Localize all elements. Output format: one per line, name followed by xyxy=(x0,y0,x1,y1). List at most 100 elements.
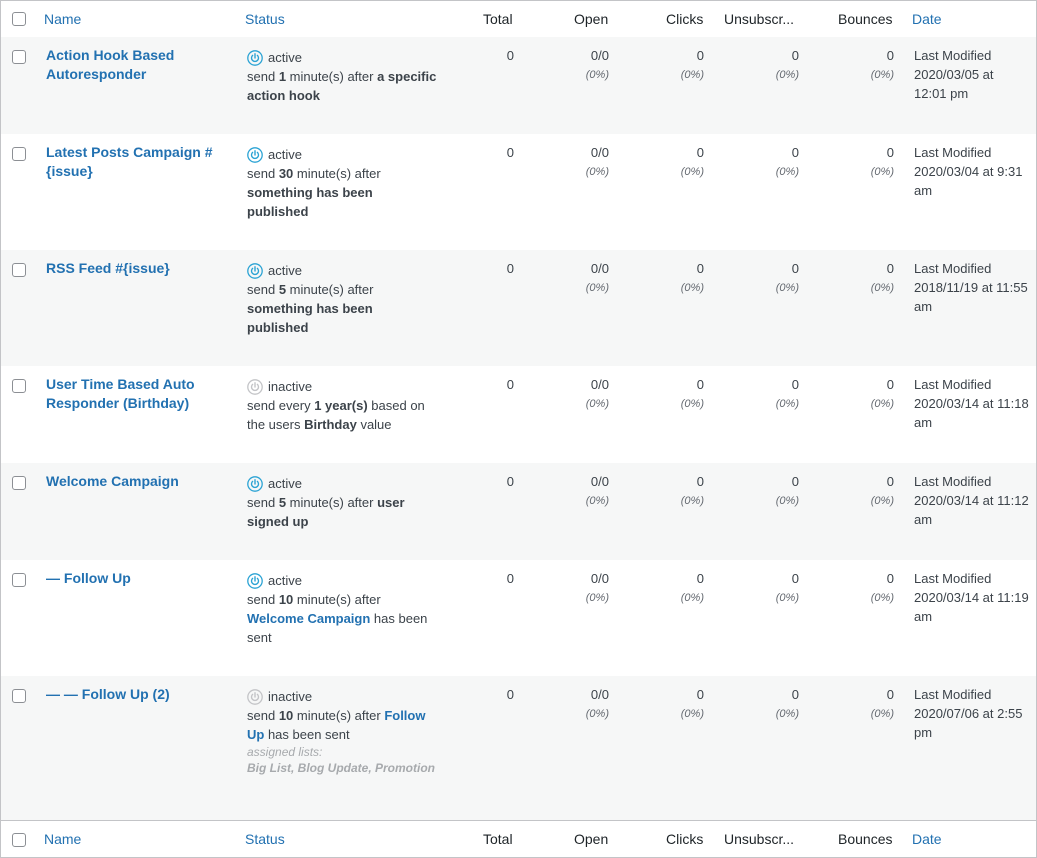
row-checkbox[interactable] xyxy=(12,689,26,703)
status-emphasis: 1 year(s) xyxy=(314,398,368,413)
campaign-status: inactive send every 1 year(s) based on th… xyxy=(247,377,437,434)
unsubscribes-value: 0 xyxy=(791,571,799,586)
date-label: Last Modified xyxy=(914,687,992,702)
date-label: Last Modified xyxy=(914,48,992,63)
bounces-percent: (0%) xyxy=(870,282,894,294)
campaigns-table: Name Status Total Open Clicks Unsubscr..… xyxy=(0,0,1037,858)
unsubscribes-value: 0 xyxy=(791,48,799,63)
footer-column-bounces-header: Bounces xyxy=(838,831,893,847)
date-cell: Last Modified 2018/11/19 at 11:55 am xyxy=(914,259,1029,316)
date-label: Last Modified xyxy=(914,474,992,489)
clicks-value: 0 xyxy=(696,474,704,489)
date-value: 2020/03/14 at 11:19 am xyxy=(914,590,1029,624)
column-bounces-header: Bounces xyxy=(838,11,893,27)
open-percent: (0%) xyxy=(585,708,609,720)
footer-column-status-sort-link[interactable]: Status xyxy=(245,831,285,847)
unsubscribes-percent: (0%) xyxy=(775,708,799,720)
date-label: Last Modified xyxy=(914,145,992,160)
status-emphasis: Birthday xyxy=(304,417,357,432)
footer-column-open-header: Open xyxy=(574,831,609,847)
bounces-value: 0 xyxy=(886,48,894,63)
unsubscribes-value: 0 xyxy=(791,474,799,489)
campaign-title-link[interactable]: RSS Feed #{issue} xyxy=(46,259,226,278)
campaign-title-link[interactable]: — — Follow Up (2) xyxy=(46,685,226,704)
parent-campaign-link[interactable]: Follow Up xyxy=(247,708,425,742)
open-value: 0/0 xyxy=(590,474,609,489)
status-emphasis: 5 xyxy=(278,495,287,510)
campaign-title-link[interactable]: Action Hook Based Autoresponder xyxy=(46,46,226,84)
status-emphasis: user signed up xyxy=(247,495,405,529)
parent-campaign-link[interactable]: Welcome Campaign xyxy=(247,611,370,626)
assigned-lists-value: Big List, Blog Update, Promotion xyxy=(247,761,435,775)
power-icon xyxy=(247,688,263,705)
total-value: 0 xyxy=(506,261,514,276)
open-percent: (0%) xyxy=(585,495,609,507)
status-description: send 10 minute(s) after Follow Up has be… xyxy=(247,708,426,742)
column-date-sort-link[interactable]: Date xyxy=(912,11,942,27)
status-emphasis: 5 xyxy=(278,282,287,297)
clicks-percent: (0%) xyxy=(680,398,704,410)
unsubscribes-percent: (0%) xyxy=(775,398,799,410)
row-checkbox[interactable] xyxy=(12,147,26,161)
bounces-percent: (0%) xyxy=(870,592,894,604)
total-value: 0 xyxy=(506,474,514,489)
status-label: active xyxy=(268,476,302,491)
footer-column-date-sort-link[interactable]: Date xyxy=(912,831,942,847)
status-emphasis: 30 xyxy=(278,166,294,181)
unsubscribes-value: 0 xyxy=(791,261,799,276)
row-checkbox[interactable] xyxy=(12,263,26,277)
open-value: 0/0 xyxy=(590,145,609,160)
date-cell: Last Modified 2020/03/14 at 11:18 am xyxy=(914,375,1029,432)
clicks-percent: (0%) xyxy=(680,69,704,81)
row-checkbox[interactable] xyxy=(12,476,26,490)
status-label: inactive xyxy=(268,379,313,394)
table-row: RSS Feed #{issue} active send 5 minute(s) … xyxy=(1,250,1036,366)
status-emphasis: 10 xyxy=(278,592,294,607)
table-footer: Name Status Total Open Clicks Unsubscr..… xyxy=(1,820,1036,857)
power-icon xyxy=(247,262,263,279)
date-value: 2020/07/06 at 2:55 pm xyxy=(914,706,1023,740)
bounces-value: 0 xyxy=(886,261,894,276)
open-percent: (0%) xyxy=(585,592,609,604)
campaign-status: inactive send 10 minute(s) after Follow U… xyxy=(247,687,437,776)
power-icon xyxy=(247,572,263,589)
date-cell: Last Modified 2020/03/14 at 11:19 am xyxy=(914,569,1029,626)
campaign-title-link[interactable]: Latest Posts Campaign #{issue} xyxy=(46,143,226,181)
table-row: User Time Based Auto Responder (Birthday… xyxy=(1,366,1036,463)
footer-column-name-sort-link[interactable]: Name xyxy=(44,831,81,847)
open-value: 0/0 xyxy=(590,48,609,63)
date-cell: Last Modified 2020/03/05 at 12:01 pm xyxy=(914,46,1029,103)
power-icon xyxy=(247,49,263,66)
select-all-checkbox[interactable] xyxy=(12,12,26,26)
campaign-title-link[interactable]: — Follow Up xyxy=(46,569,226,588)
campaign-title-link[interactable]: Welcome Campaign xyxy=(46,472,226,491)
date-value: 2020/03/14 at 11:12 am xyxy=(914,493,1029,527)
campaign-title-link[interactable]: User Time Based Auto Responder (Birthday… xyxy=(46,375,226,413)
assigned-lists: assigned lists: Big List, Blog Update, Pr… xyxy=(247,744,437,776)
table-row: Latest Posts Campaign #{issue} active send… xyxy=(1,134,1036,250)
unsubscribes-percent: (0%) xyxy=(775,166,799,178)
table-header: Name Status Total Open Clicks Unsubscr..… xyxy=(1,1,1036,38)
column-open-header: Open xyxy=(574,11,609,27)
column-name-sort-link[interactable]: Name xyxy=(44,11,81,27)
status-label: active xyxy=(268,573,302,588)
status-emphasis: 1 xyxy=(278,69,287,84)
clicks-value: 0 xyxy=(696,261,704,276)
open-value: 0/0 xyxy=(590,377,609,392)
footer-column-clicks-header: Clicks xyxy=(666,831,704,847)
row-checkbox[interactable] xyxy=(12,50,26,64)
column-status-sort-link[interactable]: Status xyxy=(245,11,285,27)
date-value: 2020/03/04 at 9:31 am xyxy=(914,164,1023,198)
column-total-header: Total xyxy=(483,11,513,27)
clicks-value: 0 xyxy=(696,571,704,586)
row-checkbox[interactable] xyxy=(12,573,26,587)
bounces-value: 0 xyxy=(886,687,894,702)
bounces-value: 0 xyxy=(886,474,894,489)
row-checkbox[interactable] xyxy=(12,379,26,393)
clicks-percent: (0%) xyxy=(680,166,704,178)
total-value: 0 xyxy=(506,377,514,392)
select-all-checkbox-footer[interactable] xyxy=(12,833,26,847)
unsubscribes-value: 0 xyxy=(791,687,799,702)
total-value: 0 xyxy=(506,145,514,160)
status-description: send 10 minute(s) after Welcome Campaign… xyxy=(247,592,428,645)
